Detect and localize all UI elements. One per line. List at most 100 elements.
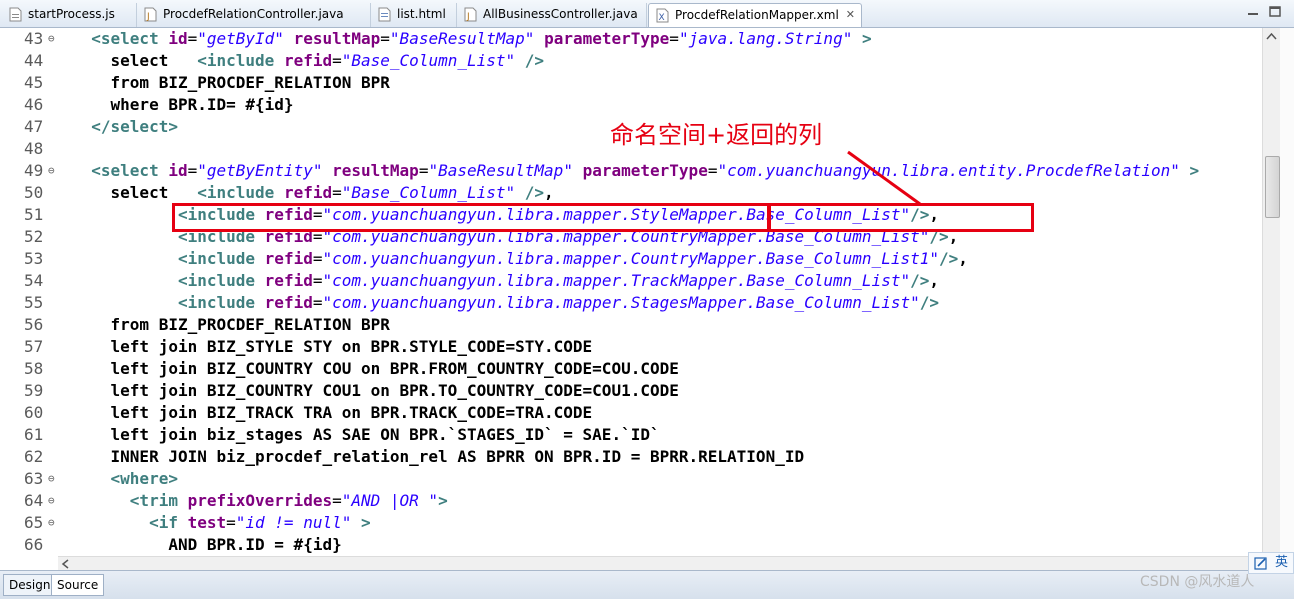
code-line[interactable]: 66 AND BPR.ID = #{id} <box>0 534 1199 556</box>
scroll-up-icon[interactable] <box>1266 32 1277 40</box>
tab-label: list.html <box>397 7 446 21</box>
line-number: 43 <box>24 29 44 48</box>
watermark: CSDN @风水道人 <box>1140 574 1255 590</box>
code-token: <include <box>197 183 284 202</box>
code-line[interactable]: 48 <box>0 138 1199 160</box>
annotation-note: 命名空间+返回的列 <box>610 121 823 149</box>
code-token: refid <box>283 51 333 70</box>
code-token: /> <box>919 293 939 312</box>
minimize-icon[interactable] <box>1245 5 1261 19</box>
code-token: <include <box>177 293 265 312</box>
code-token: "com.yuanchuangyun.libra.mapper.TrackMap… <box>322 271 911 290</box>
code-line[interactable]: 45 from BIZ_PROCDEF_RELATION BPR <box>0 72 1199 94</box>
tab-list-html[interactable]: list.html <box>371 3 457 27</box>
code-token: from BIZ_PROCDEF_RELATION BPR <box>110 315 390 334</box>
code-token: "com.yuanchuangyun.libra.mapper.StagesMa… <box>322 293 920 312</box>
tab-startprocess-js[interactable]: startProcess.js <box>2 3 137 27</box>
code-line[interactable]: 64 ⊖ <trim prefixOverrides="AND |OR "> <box>0 490 1199 512</box>
code-token: = <box>380 29 390 48</box>
code-line[interactable]: 61 left join biz_stages AS SAE ON BPR.`S… <box>0 424 1199 446</box>
tab-label: AllBusinessController.java <box>483 7 638 21</box>
code-line[interactable]: 43 ⊖ <select id="getById" resultMap="Base… <box>0 28 1199 50</box>
line-number: 47 <box>24 117 44 136</box>
code-line[interactable]: 55 <include refid="com.yuanchuangyun.lib… <box>0 292 1199 314</box>
code-token: "AND |OR " <box>341 491 439 510</box>
tab-allbusinesscontroller-java[interactable]: J AllBusinessController.java <box>457 3 647 27</box>
code-token: left join BIZ_TRACK TRA on BPR.TRACK_COD… <box>110 403 593 422</box>
line-number: 64 <box>24 491 44 510</box>
ime-indicator[interactable]: 英 <box>1248 552 1294 574</box>
code-token: /> <box>938 249 959 268</box>
code-line[interactable]: 57 left join BIZ_STYLE STY on BPR.STYLE_… <box>0 336 1199 358</box>
java-file-icon: J <box>464 7 477 22</box>
code-editor[interactable]: 43 ⊖ <select id="getById" resultMap="Base… <box>0 28 1262 556</box>
fold-toggle-icon[interactable]: ⊖ <box>48 28 55 50</box>
tab-source[interactable]: Source <box>51 574 105 596</box>
line-number: 51 <box>24 205 44 224</box>
code-token: <include <box>177 271 265 290</box>
line-number: 44 <box>24 51 44 70</box>
code-line[interactable]: 60 left join BIZ_TRACK TRA on BPR.TRACK_… <box>0 402 1199 424</box>
line-number: 59 <box>24 381 44 400</box>
code-token: prefixOverrides <box>187 491 333 510</box>
code-line[interactable]: 53 <include refid="com.yuanchuangyun.lib… <box>0 248 1199 270</box>
code-token: select <box>110 51 169 70</box>
code-line[interactable]: 65 ⊖ <if test="id != null" > <box>0 512 1199 534</box>
code-token: parameterType <box>582 161 708 180</box>
scroll-left-icon[interactable] <box>61 559 69 569</box>
code-line[interactable]: 47 </select> <box>0 116 1199 138</box>
fold-toggle-icon[interactable]: ⊖ <box>48 512 55 534</box>
code-line[interactable]: 54 <include refid="com.yuanchuangyun.lib… <box>0 270 1199 292</box>
line-number: 50 <box>24 183 44 202</box>
horizontal-scrollbar[interactable] <box>58 556 1262 570</box>
highlight-box-namespace <box>172 203 770 232</box>
code-line[interactable]: 63 ⊖ <where> <box>0 468 1199 490</box>
tab-design[interactable]: Design <box>3 574 57 596</box>
fold-toggle-icon[interactable]: ⊖ <box>48 490 55 512</box>
line-number: 52 <box>24 227 44 246</box>
code-line[interactable]: 50 select <include refid="Base_Column_Li… <box>0 182 1199 204</box>
xml-file-icon: X <box>656 8 669 23</box>
code-token: select <box>110 183 169 202</box>
tab-procdefrelationcontroller-java[interactable]: J ProcdefRelationController.java <box>137 3 371 27</box>
fold-toggle-icon[interactable]: ⊖ <box>48 468 55 490</box>
code-line[interactable]: 62 INNER JOIN biz_procdef_relation_rel A… <box>0 446 1199 468</box>
code-token: = <box>418 161 429 180</box>
code-token: "getByEntity" <box>197 161 323 180</box>
tab-procdefrelationmapper-xml[interactable]: X ProcdefRelationMapper.xml ✕ <box>648 3 862 27</box>
code-token: parameterType <box>544 29 670 48</box>
maximize-icon[interactable] <box>1267 5 1283 19</box>
code-line[interactable]: 56 from BIZ_PROCDEF_RELATION BPR <box>0 314 1199 336</box>
code-token: /> <box>910 271 930 290</box>
code-line[interactable]: 44 select <include refid="Base_Column_Li… <box>0 50 1199 72</box>
tab-label: startProcess.js <box>28 7 115 21</box>
line-number: 45 <box>24 73 44 92</box>
code-token: = <box>332 183 342 202</box>
annotation-arrow <box>847 150 921 206</box>
close-icon[interactable]: ✕ <box>846 4 855 26</box>
line-number: 60 <box>24 403 44 422</box>
code-token: "com.yuanchuangyun.libra.mapper.CountryM… <box>322 249 939 268</box>
svg-text:X: X <box>659 13 665 23</box>
vertical-scroll-thumb[interactable] <box>1265 156 1280 218</box>
code-line[interactable]: 46 where BPR.ID= #{id} <box>0 94 1199 116</box>
fold-toggle-icon[interactable]: ⊖ <box>48 160 55 182</box>
svg-text:J: J <box>466 12 470 22</box>
vertical-scrollbar[interactable] <box>1262 28 1280 556</box>
code-line[interactable]: 59 left join BIZ_COUNTRY COU1 on BPR.TO_… <box>0 380 1199 402</box>
code-token: = <box>187 29 198 48</box>
code-line[interactable]: 58 left join BIZ_COUNTRY COU on BPR.FROM… <box>0 358 1199 380</box>
code-line[interactable]: 49 ⊖ <select id="getByEntity" resultMap="… <box>0 160 1199 182</box>
code-token: <where> <box>110 469 178 488</box>
